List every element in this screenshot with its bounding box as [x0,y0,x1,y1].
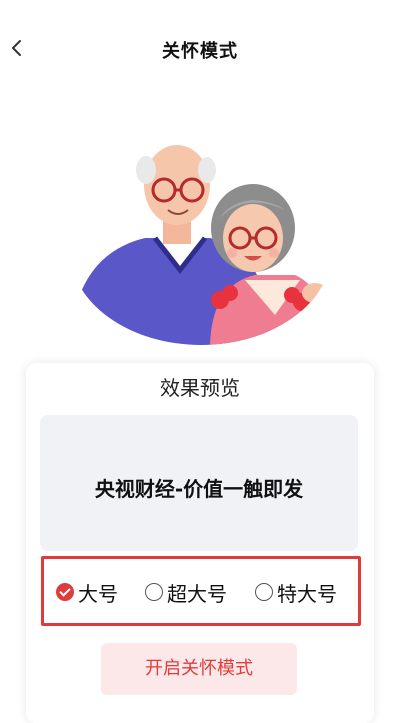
option-label: 超大号 [167,581,227,606]
option-super-large[interactable]: 特大号 [255,578,337,606]
option-label: 大号 [78,581,118,606]
option-label: 特大号 [277,581,337,606]
radio-unchecked-icon[interactable] [145,583,163,601]
enable-care-mode-button[interactable]: 开启关怀模式 [101,643,297,695]
preview-section-title: 效果预览 [160,376,240,400]
preview-box: 央视财经-价值一触即发 [40,415,358,551]
page-title: 关怀模式 [162,41,238,62]
font-size-options: 大号 超大号 特大号 [41,556,361,626]
top-bar: 关怀模式 [0,0,400,100]
option-large[interactable]: 大号 [56,578,118,606]
preview-sample-text: 央视财经-价值一触即发 [94,477,304,501]
elderly-couple-illustration [70,130,332,345]
preview-card: 效果预览 央视财经-价值一触即发 大号 超大号 特大号 开启关怀模式 [26,363,374,723]
radio-checked-icon[interactable] [56,583,74,601]
option-extra-large[interactable]: 超大号 [145,578,227,606]
radio-unchecked-icon[interactable] [255,583,273,601]
